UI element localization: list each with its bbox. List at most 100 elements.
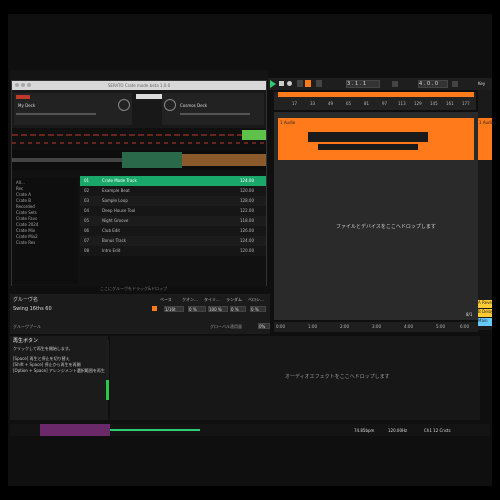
- track-title: Intro Edit: [102, 248, 121, 253]
- track-title: Club Edit: [102, 228, 120, 233]
- info-line: [Option + Space] アレンジメント選択範囲を再生: [13, 368, 105, 373]
- crate-item[interactable]: Recorded: [16, 204, 35, 209]
- table-row[interactable]: 05 Night Groove 118.00: [80, 216, 266, 226]
- time-marker: 3:00: [372, 324, 381, 329]
- crate-item[interactable]: Crate B: [16, 198, 31, 203]
- crate-item[interactable]: Rec: [16, 186, 23, 191]
- loop-brace[interactable]: [278, 92, 474, 97]
- draw-mode-icon[interactable]: [305, 80, 311, 87]
- info-view: 再生ボタン クリックして再生を開始します。 [Space] 再生と停止を切り替え…: [10, 336, 108, 420]
- table-row[interactable]: 07 Bonus Track 124.00: [80, 236, 266, 246]
- track-table: 01 Crate Mode Track 124.00 02 Example Be…: [80, 176, 266, 284]
- serato-window: SERATO Crate mode beta 1.0.0 My Deck Cos…: [11, 80, 267, 286]
- deck-left-title: My Deck: [18, 103, 36, 108]
- track-bpm: 128.00: [240, 198, 254, 203]
- status-rate: 120.00Hz: [388, 428, 408, 433]
- serato-overview-waveforms: [12, 128, 266, 150]
- key-button[interactable]: Key: [478, 81, 485, 86]
- window-title: SERATO Crate mode beta 1.0.0: [107, 83, 171, 88]
- punch-icon[interactable]: [392, 81, 398, 87]
- transport-bar: 3 . 1 . 1 4 . 0 . 0 Key: [268, 78, 492, 90]
- deck-left-record-icon[interactable]: [16, 95, 30, 99]
- bar-marker: 49: [328, 101, 334, 106]
- time-marker: 4:00: [404, 324, 413, 329]
- device-drop-hint: オーディオエフェクトをここへドロップします: [285, 374, 390, 380]
- level-meter: [106, 340, 109, 400]
- status-channels: Ch1 12 Cnsts: [424, 428, 451, 433]
- page-indicator: 8/1: [466, 312, 473, 317]
- track-header-clip[interactable]: 1 Audio: [478, 118, 495, 160]
- follow-icon[interactable]: [452, 81, 458, 87]
- return-track-b[interactable]: B Delay: [478, 309, 492, 317]
- record-icon[interactable]: [287, 81, 292, 86]
- crate-item[interactable]: All...: [16, 180, 25, 185]
- bar-marker: 97: [382, 101, 388, 106]
- groove-name[interactable]: Swing 16ths 60: [13, 306, 52, 312]
- table-row[interactable]: 02 Example Beat 120.00: [80, 186, 266, 196]
- crate-list: All... Rec Crate A Crate B Recorded Crat…: [12, 178, 78, 284]
- bar-marker: 81: [364, 101, 370, 106]
- groove-commit-icon[interactable]: [152, 306, 157, 311]
- audio-clip[interactable]: 1 Audio: [278, 118, 474, 160]
- track-title: Example Beat: [102, 188, 130, 193]
- global-amount-field[interactable]: 0%: [258, 323, 270, 329]
- table-row[interactable]: 06 Club Edit 126.00: [80, 226, 266, 236]
- track-title: Night Groove: [102, 218, 129, 223]
- track-number: 08: [84, 248, 90, 253]
- play-icon[interactable]: [270, 80, 276, 88]
- time-marker: 5:00: [436, 324, 445, 329]
- crate-item[interactable]: Crate Res: [16, 240, 35, 245]
- global-amount-label: グローバル適用量: [210, 324, 242, 329]
- table-row[interactable]: 03 Sample Loop 128.00: [80, 196, 266, 206]
- groove-dragdrop-hint: ここにグルーヴをドラッグ&ドロップ: [100, 286, 168, 291]
- arrangement-area[interactable]: 1 Audio ファイルとデバイスをここへドロップします 8/1: [274, 112, 478, 320]
- mini-waveform: [110, 429, 200, 431]
- groove-velocity-field[interactable]: 0 %: [250, 306, 266, 312]
- serato-main-waveform: [12, 150, 266, 170]
- serato-library: All... Rec Crate A Crate B Recorded Crat…: [12, 170, 266, 286]
- groove-base-field[interactable]: 1/16t: [164, 306, 184, 312]
- deck-right-platter-icon[interactable]: [164, 99, 176, 111]
- bar-marker: 33: [310, 101, 316, 106]
- groove-column-random: ランダム: [226, 297, 242, 302]
- groove-column-timing: タイミ...: [204, 297, 220, 302]
- table-row[interactable]: 08 Intro Edit 120.00: [80, 246, 266, 256]
- table-row[interactable]: 01 Crate Mode Track 124.00: [80, 176, 266, 186]
- bar-marker: 145: [430, 101, 438, 106]
- track-number: 02: [84, 188, 90, 193]
- stop-icon[interactable]: [279, 81, 284, 86]
- bar-marker: 161: [446, 101, 454, 106]
- crate-item[interactable]: Crate Sets: [16, 210, 37, 215]
- crate-item[interactable]: Crate 2024: [16, 222, 38, 227]
- purple-art-strip: [40, 424, 110, 436]
- mixer-strip: 1 Audio A Reve B Delay Main: [478, 90, 495, 330]
- bar-marker: 129: [414, 101, 422, 106]
- crate-item[interactable]: Crate Mix2: [16, 234, 38, 239]
- groove-random-field[interactable]: 0 %: [230, 306, 246, 312]
- crate-item[interactable]: Crate Favs: [16, 216, 37, 221]
- track-title: Sample Loop: [102, 198, 128, 203]
- track-title: Bonus Track: [102, 238, 127, 243]
- bar-marker: 113: [398, 101, 406, 106]
- deck-left-platter-icon[interactable]: [118, 99, 130, 111]
- groove-quantize-field[interactable]: 0 %: [188, 306, 206, 312]
- main-track[interactable]: Main: [478, 318, 492, 326]
- track-number: 04: [84, 208, 90, 213]
- info-line: クリックして再生を開始します。: [13, 346, 73, 351]
- track-bpm: 126.00: [240, 228, 254, 233]
- add-icon[interactable]: [297, 80, 303, 87]
- groove-timing-field[interactable]: 100 %: [208, 306, 228, 312]
- crate-item[interactable]: Crate Mix: [16, 228, 35, 233]
- track-bpm: 120.00: [240, 248, 254, 253]
- info-line: [Shift + Space] 停止から再生を再開: [13, 362, 81, 367]
- position-display[interactable]: 3 . 1 . 1: [346, 80, 380, 88]
- level-meter-fill: [106, 380, 109, 400]
- info-title: 再生ボタン: [13, 338, 39, 344]
- track-title: Deep House Tool: [102, 208, 136, 213]
- loop-icon[interactable]: [316, 80, 322, 87]
- return-track-a[interactable]: A Reve: [478, 300, 492, 308]
- crate-item[interactable]: Crate A: [16, 192, 31, 197]
- table-row[interactable]: 04 Deep House Tool 122.00: [80, 206, 266, 216]
- track-header-label: 1 Audio: [479, 120, 495, 125]
- tempo-display[interactable]: 4 . 0 . 0: [418, 80, 448, 88]
